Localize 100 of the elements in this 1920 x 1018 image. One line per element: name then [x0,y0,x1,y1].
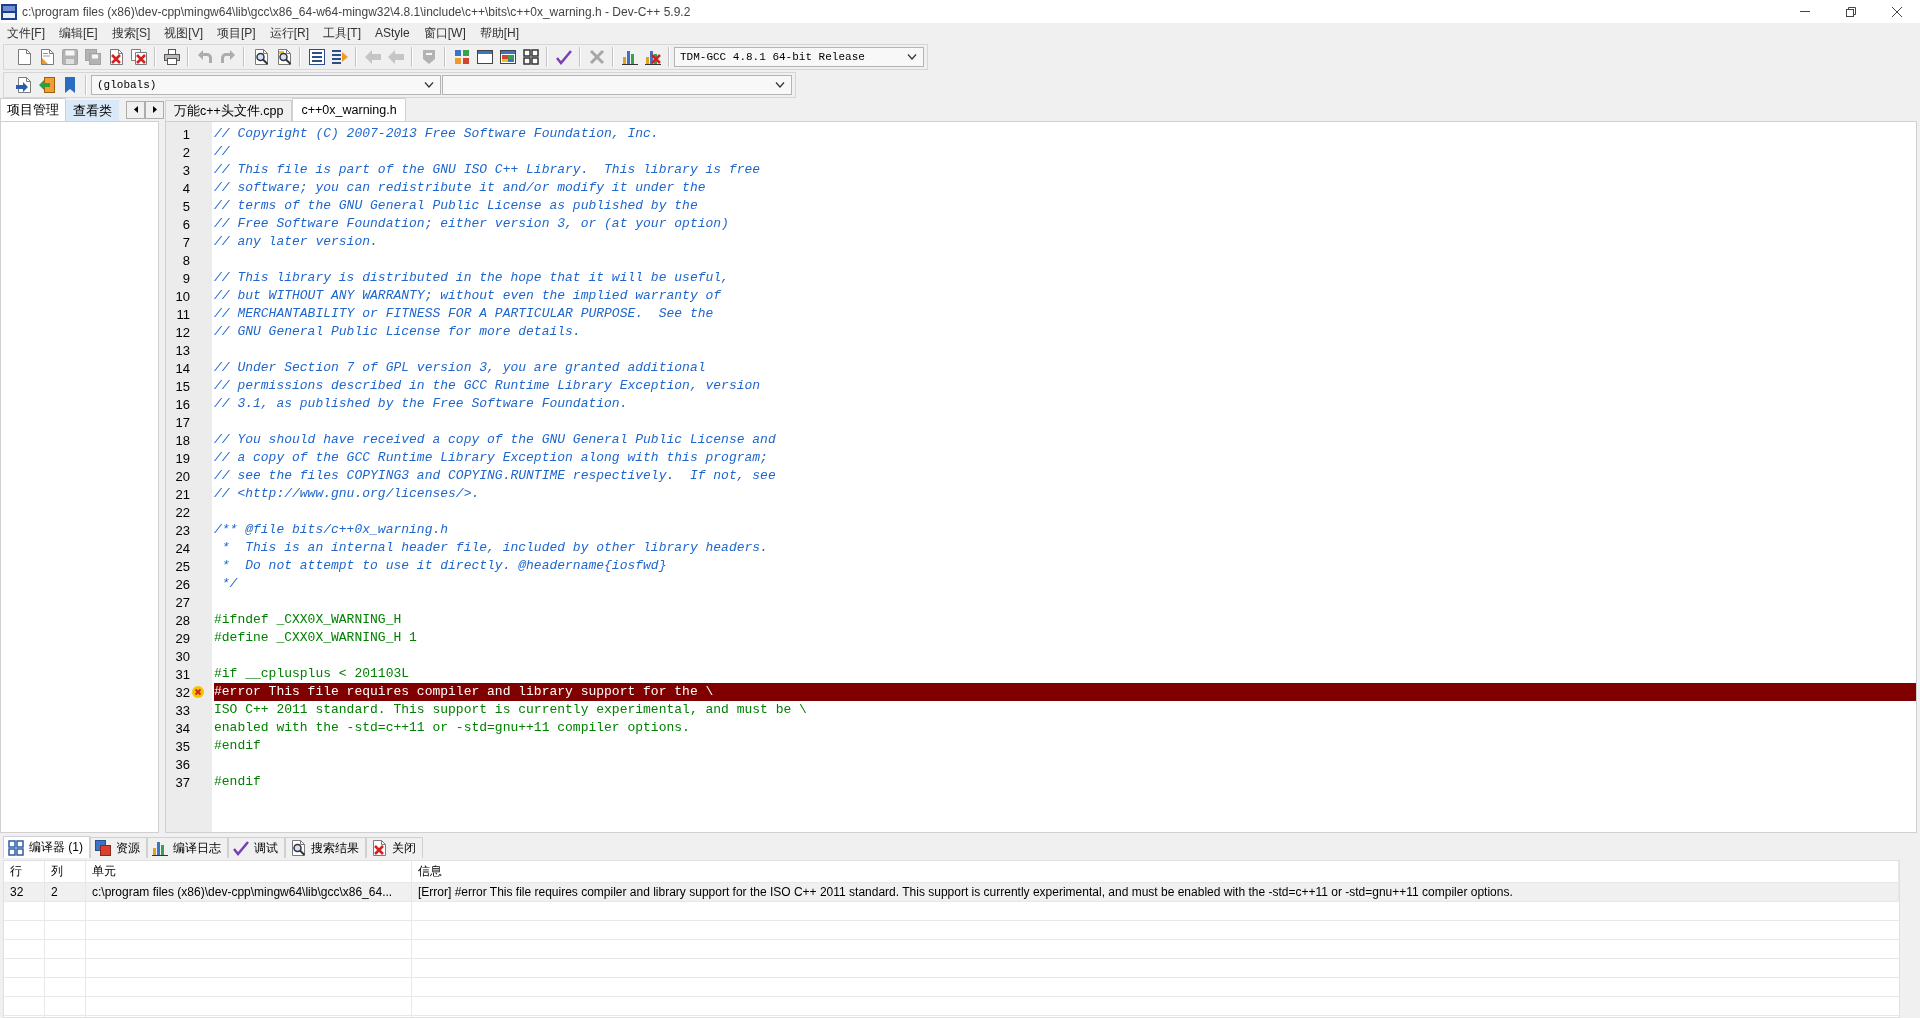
line-number: 29 [174,630,190,646]
code-line: // GNU General Public License for more details. [214,323,582,341]
line-number: 11 [175,306,190,322]
panel-tab[interactable]: 搜索结果 [285,837,366,858]
search-replace-icon[interactable] [275,49,292,65]
search-icon[interactable] [252,49,269,65]
line-number: 12 [174,324,190,340]
line-number: 31 [174,666,190,682]
check-icon [233,840,249,856]
line-number: 1 [181,126,190,142]
line-number: 32 [174,684,190,700]
printer-icon[interactable] [163,49,180,65]
menu-item[interactable]: 帮助[H] [472,24,527,42]
panel-tab[interactable]: 查看类 [66,100,119,121]
line-number: 26 [174,576,190,592]
line-number: 34 [174,720,190,736]
line-number: 13 [174,342,190,358]
search-icon [290,840,306,856]
window-icon[interactable] [476,49,493,65]
file-tab[interactable]: 万能c++头文件.cpp [165,100,293,121]
arrow-box-icon[interactable] [38,77,55,93]
close-all-icon[interactable] [130,49,147,65]
code-line: #define _CXX0X_WARNING_H 1 [214,629,418,647]
panel-tab[interactable]: 调试 [228,837,285,858]
code-line: // [214,143,231,161]
table-cell: c:\program files (x86)\dev-cpp\mingw64\lib\gcc\x86_64... [86,883,412,902]
code-line: // a copy of the GCC Runtime Library Exception along with this program; [214,449,769,467]
code-line: // see the files COPYING3 and COPYING.RUNTIME respectively. If not, see [214,467,777,485]
color-window-icon[interactable] [499,49,516,65]
error-marker-icon [192,686,204,698]
panel-tab[interactable]: 资源 [90,837,147,858]
code-line: // MERCHANTABILITY or FITNESS FOR A PARTICULAR PURPOSE. See the [214,305,715,323]
line-number: 22 [174,504,190,520]
menu-item[interactable]: AStyle [368,24,417,42]
code-editor[interactable] [165,121,1917,833]
line-number: 28 [174,612,190,628]
line-number: 23 [174,522,190,538]
menu-item[interactable]: 视图[V] [157,24,210,42]
scroll-left-button[interactable] [126,100,145,119]
menu-item[interactable]: 窗口[W] [416,24,473,42]
caret-icon [907,54,917,60]
code-line: * Do not attempt to use it directly. @headername{iosfwd} [220,557,668,575]
menu-item[interactable]: 搜索[S] [104,24,158,42]
caret-icon [775,82,785,88]
compiler-dropdown[interactable]: TDM-GCC 4.8.1 64-bit Release [674,47,924,67]
line-number: 36 [174,756,190,772]
close-file-icon[interactable] [107,49,124,65]
scope-dropdown[interactable]: (globals) [91,75,441,95]
page-arrow-icon[interactable] [15,77,32,93]
menu-item[interactable]: 编辑[E] [52,24,105,42]
code-line: // <http://www.gnu.org/licenses/>. [214,485,481,503]
bar-chart-icon[interactable] [621,49,638,65]
stacked-squares-icon [95,840,111,856]
code-line: // 3.1, as published by the Free Software Foundation. [214,395,629,413]
line-number: 7 [181,234,190,250]
list-arrow-icon[interactable] [331,49,348,65]
app-logo-icon [1,3,17,20]
code-line: // You should have received a copy of the GNU General Public License and [214,431,777,449]
menu-item[interactable]: 项目[P] [210,24,263,42]
menu-item[interactable]: 运行[R] [262,24,317,42]
color-grid-icon[interactable] [453,49,470,65]
panel-tab[interactable]: 编译日志 [147,837,228,858]
line-number: 14 [174,360,190,376]
code-line: // This file is part of the GNU ISO C++ Library. This library is free [214,161,762,179]
code-line: */ [220,575,239,593]
code-line: // Free Software Foundation; either version 3, or (at your option) [214,215,730,233]
line-number: 21 [174,486,190,502]
line-number: 18 [174,432,190,448]
restore-icon[interactable] [1846,6,1856,17]
grid-icon[interactable] [522,49,539,65]
line-number: 37 [174,774,190,790]
scroll-right-button[interactable] [145,100,164,119]
close-icon[interactable] [1892,6,1902,17]
code-line: // permissions described in the GCC Runtime Library Exception, version [214,377,762,395]
line-number: 25 [174,558,190,574]
table-cell: 2 [45,883,86,902]
bar-chart-cross-icon[interactable] [644,49,661,65]
panel-tab[interactable]: 关闭 [366,837,423,858]
panel-tab[interactable]: 项目管理 [0,98,66,121]
line-number: 5 [181,198,190,214]
bar-chart-icon [152,840,168,856]
open-file-icon[interactable] [38,49,55,65]
check-icon[interactable] [555,49,572,65]
panel-tab[interactable]: 编译器 (1) [3,836,90,858]
menu-item[interactable]: 工具[T] [316,24,369,42]
list-icon[interactable] [308,49,325,65]
line-number: 20 [174,468,190,484]
code-line: ISO C++ 2011 standard. This support is currently experimental, and must be \ [214,701,808,719]
code-line: #ifndef _CXX0X_WARNING_H [214,611,403,629]
line-number: 9 [181,270,190,286]
line-number: 10 [174,288,190,304]
table-cell: [Error] #error This file requires compiler and library support for the ISO C++ 2011 standard. This support is currently experimental, and must be enabled with the -std=c++11 or -std=gnu++11 compiler options. [412,883,1899,902]
code-line: // but WITHOUT ANY WARRANTY; without even the implied warranty of [214,287,723,305]
new-file-icon[interactable] [15,49,32,65]
table-cell: 32 [4,883,45,902]
file-tab[interactable]: c++0x_warning.h [292,98,406,121]
code-line: #endif [214,737,262,755]
code-line: #if __cplusplus < 201103L [214,665,411,683]
line-number: 15 [174,378,190,394]
menu-item[interactable]: 文件[F] [0,24,52,42]
